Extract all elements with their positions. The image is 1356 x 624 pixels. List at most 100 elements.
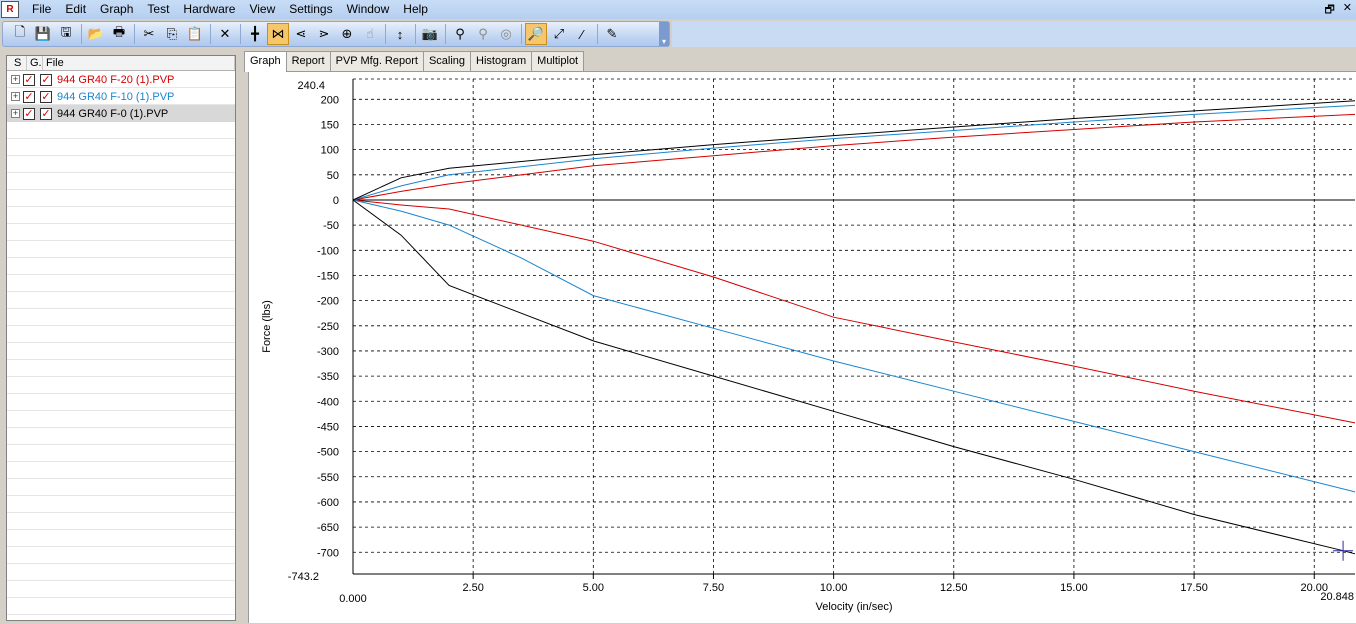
mdi-controls: 🗗 ✕ [1324,1,1352,20]
toolbar-separator [81,24,82,44]
y-tick-label: 150 [321,119,339,131]
tab-histogram[interactable]: Histogram [470,51,533,71]
graph-checkbox[interactable]: ✓ [40,107,52,120]
tab-graph[interactable]: Graph [244,51,287,72]
delete-icon[interactable]: ✕ [214,23,236,45]
tab-pvp-mfg-report[interactable]: PVP Mfg. Report [329,51,424,71]
menu-edit[interactable]: Edit [58,0,93,19]
fit-icon[interactable]: ⤢ [548,23,570,45]
tab-multiplot[interactable]: Multiplot [531,51,585,71]
graph-checkbox[interactable]: ✓ [40,90,52,103]
main-toolbar: 🗋 💾 🖫 📂 🖶 ✂ ⎘ 📋 ✕ ╋ ⋈ ⋖ ⋗ ⊕ ☝ ↕ 📷 ⚲ ⚲ ◎ 🔎 ⤢ ⁄ ✎ ▾ [2,21,670,47]
toolbar-separator [415,24,416,44]
expand-plus-icon[interactable]: + [11,109,20,118]
x-tick-label: 10.00 [820,582,848,594]
zoom-in-icon[interactable]: ⚲ [449,23,471,45]
series-3-rebound-line [352,199,1356,555]
crosshair-icon[interactable]: ╋ [244,23,266,45]
toolbar-separator [240,24,241,44]
x-tick-label: 12.50 [940,582,968,594]
pointer-icon[interactable]: ☝ [359,23,381,45]
y-tick-label: -150 [317,270,339,282]
file-name: 944 GR40 F-20 (1).PVP [57,73,175,86]
y-tick-label: 100 [321,145,339,157]
file-name: 944 GR40 F-0 (1).PVP [57,107,169,120]
save-icon[interactable]: 💾 [32,23,54,45]
app-icon[interactable]: R [1,1,19,18]
file-list-item[interactable]: + ✓ ✓ 944 GR40 F-10 (1).PVP [7,88,235,105]
file-list-item[interactable]: + ✓ ✓ 944 GR40 F-0 (1).PVP [7,105,235,122]
graph-checkbox[interactable]: ✓ [40,73,52,86]
menu-hardware[interactable]: Hardware [176,0,242,19]
zoom-reset-icon[interactable]: ◎ [495,23,517,45]
y-tick-label: -500 [317,447,339,459]
y-tick-label: -200 [317,296,339,308]
toolbar-separator [521,24,522,44]
tab-report[interactable]: Report [285,51,331,71]
save-all-icon[interactable]: 🖫 [55,23,77,45]
expand-plus-icon[interactable]: + [11,75,20,84]
toolbar-separator [597,24,598,44]
y-tick-label: -350 [317,371,339,383]
menu-view[interactable]: View [242,0,282,19]
camera-icon[interactable]: 📷 [419,23,441,45]
y-tick-label: -550 [317,472,339,484]
file-list-item[interactable]: + ✓ ✓ 944 GR40 F-20 (1).PVP [7,71,235,88]
file-name: 944 GR40 F-10 (1).PVP [57,90,175,103]
y-max-label: 240.4 [297,80,325,92]
toolbar-separator [445,24,446,44]
expand-plus-icon[interactable]: + [11,92,20,101]
show-checkbox[interactable]: ✓ [23,73,35,86]
cut-icon[interactable]: ✂ [138,23,160,45]
x-max-label: 20.848 [1320,591,1354,603]
zoom-tool-icon[interactable]: 🔎 [525,23,547,45]
toolbar-separator [210,24,211,44]
menu-settings[interactable]: Settings [282,0,339,19]
menu-test[interactable]: Test [140,0,176,19]
divide-icon[interactable]: ⁄ [571,23,593,45]
wizard-icon[interactable]: ✎ [601,23,623,45]
paste-icon[interactable]: 📋 [184,23,206,45]
tab-scaling[interactable]: Scaling [422,51,472,71]
y-tick-label: -650 [317,522,339,534]
y-tick-label: -700 [317,547,339,559]
show-checkbox[interactable]: ✓ [23,90,35,103]
toolbar-separator [385,24,386,44]
series-3-compression-line [352,100,1356,201]
file-list-header: S G. File [7,56,235,71]
x-min-label: 0.000 [339,593,367,605]
y-axis-title: Force (lbs) [261,300,273,353]
toolbar-separator [134,24,135,44]
menu-file[interactable]: File [25,0,58,19]
y-tick-label: -250 [317,321,339,333]
cursor-mode-icon[interactable]: ⋈ [267,23,289,45]
show-checkbox[interactable]: ✓ [23,107,35,120]
column-header-g[interactable]: G. [27,56,43,70]
right-marker-icon[interactable]: ⋗ [313,23,335,45]
menu-graph[interactable]: Graph [93,0,140,19]
zoom-out-icon[interactable]: ⚲ [472,23,494,45]
graph-area[interactable]: 200 150 100 50 0 -50 -100 -150 -200 -250 -300 -350 -… [248,71,1356,623]
mdi-close-icon[interactable]: ✕ [1343,1,1352,20]
new-file-icon[interactable]: 🗋 [9,23,31,45]
menu-window[interactable]: Window [340,0,397,19]
target-icon[interactable]: ⊕ [336,23,358,45]
view-tabs: Graph Report PVP Mfg. Report Scaling Histogr… [244,51,585,72]
y-min-label: -743.2 [288,571,319,583]
file-list-panel: S G. File + ✓ ✓ 944 GR40 F-20 (1).PVP + ✓ ✓ 944… [6,55,236,621]
y-tick-label: -50 [323,220,339,232]
column-header-s[interactable]: S [7,56,27,70]
print-icon[interactable]: 🖶 [108,23,130,45]
toolbar-options-grip[interactable]: ▾ [659,22,669,46]
column-header-file[interactable]: File [43,56,235,70]
force-velocity-chart[interactable]: 200 150 100 50 0 -50 -100 -150 -200 -250 -300 -350 -… [249,72,1356,624]
left-marker-icon[interactable]: ⋖ [290,23,312,45]
y-tick-label: 200 [321,94,339,106]
copy-icon[interactable]: ⎘ [161,23,183,45]
open-folder-icon[interactable]: 📂 [85,23,107,45]
y-tick-label: -100 [317,245,339,257]
mdi-restore-icon[interactable]: 🗗 [1324,1,1334,20]
vertical-scale-icon[interactable]: ↕ [389,23,411,45]
y-tick-label: 0 [333,195,339,207]
menu-help[interactable]: Help [396,0,435,19]
